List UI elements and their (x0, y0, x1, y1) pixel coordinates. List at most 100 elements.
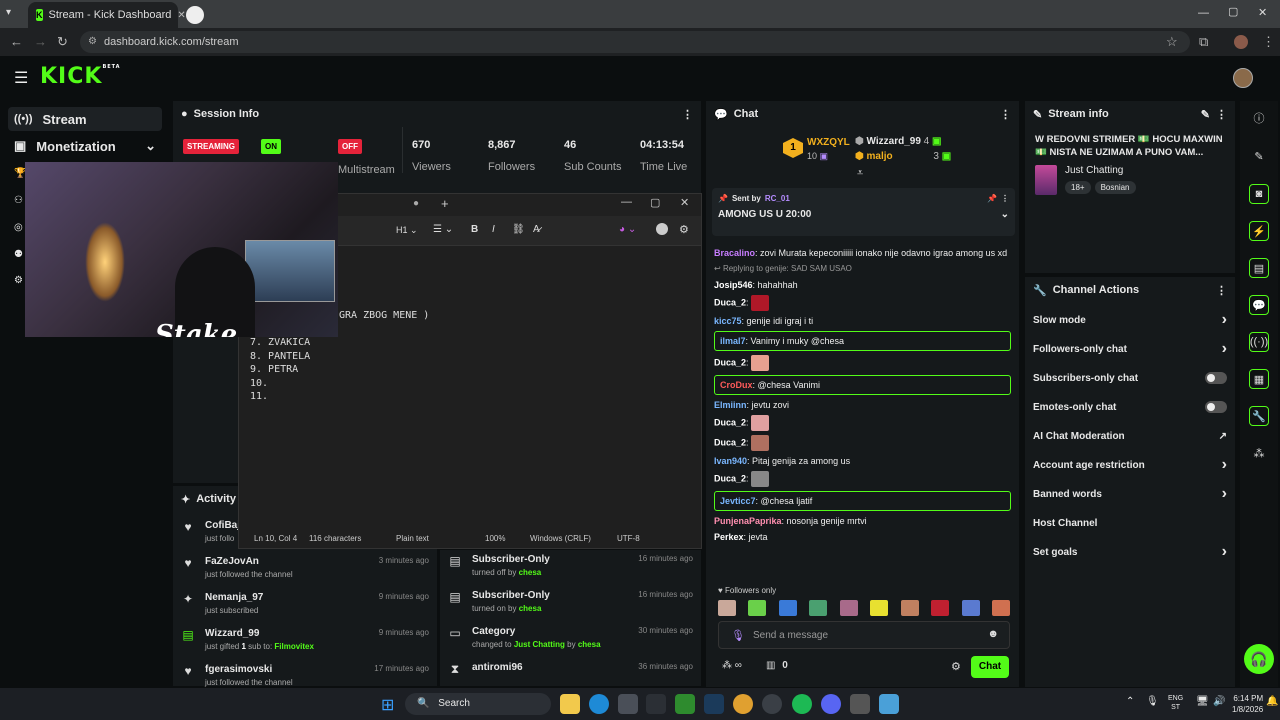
desc-category[interactable]: Just Chatting (514, 640, 565, 649)
notepad-app-icon[interactable] (879, 694, 899, 714)
kick-logo[interactable]: KICKBETA (40, 64, 121, 89)
file-explorer-icon[interactable] (560, 694, 580, 714)
maximize-window-icon[interactable]: ▢ (1228, 5, 1238, 18)
quick-emote[interactable] (870, 600, 889, 616)
close-icon[interactable]: ✕ (680, 196, 689, 209)
chat-username[interactable]: Duca_2 (714, 357, 746, 367)
tools-icon[interactable]: 🔧 (1249, 406, 1269, 426)
mic-tray-icon[interactable]: 🎙 (1146, 696, 1159, 707)
chat-username[interactable]: kicc75 (714, 316, 742, 326)
tab-list-icon[interactable]: ▾ (6, 7, 11, 18)
channel-action-followers-only-chat[interactable]: Followers-only chat › (1025, 337, 1235, 361)
chevron-right-icon[interactable]: › (1222, 456, 1227, 474)
italic-icon[interactable]: I (492, 224, 495, 235)
channel-action-banned-words[interactable]: Banned words › (1025, 482, 1235, 506)
sidebar-item-monetization[interactable]: ▣ Monetization ⌄ (8, 134, 162, 158)
edge-icon[interactable] (589, 694, 609, 714)
desc-user[interactable]: chesa (519, 604, 542, 613)
edit-icon[interactable]: ✎ (1201, 108, 1210, 121)
quick-emote[interactable] (778, 600, 797, 616)
taskbar-search[interactable]: 🔍 Search (405, 693, 551, 715)
top-gifter-name[interactable]: WXZQYL (807, 137, 850, 148)
account-icon[interactable] (656, 223, 668, 235)
category-name[interactable]: Just Chatting (1065, 165, 1136, 176)
gifter-2[interactable]: ⬢ Wizzard_99 4 ▣ (855, 136, 941, 147)
pen-app-icon[interactable] (646, 694, 666, 714)
community-icon[interactable]: ⚇ (14, 195, 23, 206)
clock[interactable]: 6:14 PM 1/8/2026 (1232, 693, 1263, 715)
close-window-icon[interactable]: ✕ (1258, 6, 1267, 19)
flash-icon[interactable]: ⚡ (1249, 221, 1269, 241)
points-indicator[interactable]: ⁂ ∞ (722, 660, 742, 671)
kebab-menu-icon[interactable]: ⋮ (682, 108, 693, 121)
activity-user[interactable]: Wizzard_99 (205, 628, 314, 639)
settings-gear-icon[interactable]: ⚙ (14, 275, 23, 286)
chat-username[interactable]: Perkex (714, 532, 744, 542)
channel-action-slow-mode[interactable]: Slow mode › (1025, 308, 1235, 332)
notification-bell-icon[interactable]: 🔔 (1266, 696, 1278, 707)
desc-user[interactable]: Filmovitex (274, 642, 314, 651)
chat-username[interactable]: Ivan940 (714, 456, 747, 466)
moderation-icon[interactable]: ◎ (14, 222, 23, 233)
users-icon[interactable]: ⚉ (14, 249, 23, 260)
support-headset-icon[interactable]: 🎧 (1244, 644, 1274, 674)
info-icon[interactable]: ⓘ (1249, 108, 1269, 128)
spotify-icon[interactable] (792, 694, 812, 714)
heading-dropdown[interactable]: H1 ⌄ (396, 225, 418, 236)
store-icon[interactable] (618, 694, 638, 714)
drops-indicator[interactable]: ▥ 0 (766, 660, 788, 671)
sidebar-item-stream[interactable]: ((•)) Stream (8, 107, 162, 131)
desc-user[interactable]: chesa (519, 568, 542, 577)
site-info-icon[interactable]: ⚙ (88, 36, 97, 47)
menu-hamburger-icon[interactable]: ☰ (14, 68, 28, 88)
kebab-menu-icon[interactable]: ⋮ (1216, 284, 1227, 297)
emoji-icon[interactable]: ☻ (987, 628, 999, 640)
network-icon[interactable]: 🖥 (1196, 696, 1209, 707)
activity-user[interactable]: FaZeJovAn (205, 556, 293, 567)
chat-username[interactable]: Duca_2 (714, 417, 746, 427)
copilot-icon[interactable]: ◕ ⌄ (619, 224, 636, 235)
tray-chevron-icon[interactable]: ⌃ (1126, 696, 1134, 707)
windows-start-icon[interactable]: ⊞ (381, 695, 394, 715)
external-link-icon[interactable]: ↗ (1219, 431, 1227, 442)
chat-username[interactable]: Bracalino (714, 248, 755, 258)
chevron-down-icon[interactable]: ⌄ (1001, 209, 1009, 220)
channel-action-subscribers-only-chat[interactable]: Subscribers-only chat (1025, 366, 1235, 390)
close-tab-icon[interactable]: ✕ (177, 10, 185, 21)
discord-icon[interactable] (821, 694, 841, 714)
chat-username[interactable]: Elmiinn (714, 400, 747, 410)
toggle-switch[interactable] (1205, 401, 1227, 413)
url-field[interactable]: dashboard.kick.com/stream (80, 31, 1190, 53)
forward-icon[interactable]: → (34, 34, 47, 49)
extensions-icon[interactable]: ⧉ (1199, 34, 1208, 50)
desc-user[interactable]: chesa (578, 640, 601, 649)
chevron-right-icon[interactable]: › (1222, 311, 1227, 329)
chevron-right-icon[interactable]: › (1222, 485, 1227, 503)
list-icon[interactable]: ☰ ⌄ (433, 224, 453, 235)
camera-icon[interactable]: ◙ (1249, 184, 1269, 204)
notes-icon[interactable]: ▤ (1249, 258, 1269, 278)
bold-icon[interactable]: B (471, 224, 478, 235)
more-tools-icon[interactable]: ⁂ (1249, 443, 1269, 463)
minimize-window-icon[interactable]: — (1198, 7, 1209, 19)
minimize-icon[interactable]: — (621, 196, 632, 208)
quick-emote[interactable] (991, 600, 1010, 616)
category-thumbnail[interactable] (1035, 165, 1057, 195)
snipping-tool-icon[interactable] (850, 694, 870, 714)
kebab-menu-icon[interactable]: ⋮ (1216, 108, 1227, 121)
chat-username[interactable]: Duca_2 (714, 473, 746, 483)
activity-user[interactable]: Nemanja_97 (205, 592, 263, 603)
chat-rail-icon[interactable]: 💬 (1249, 295, 1269, 315)
microphone-icon[interactable]: 🎙 (731, 629, 745, 642)
channel-action-ai-chat-moderation[interactable]: AI Chat Moderation ↗ (1025, 424, 1235, 448)
chat-username[interactable]: Jevticc7 (720, 496, 756, 506)
unpin-icon[interactable]: 📌 (987, 194, 997, 203)
kebab-menu-icon[interactable]: ⋮ (1000, 108, 1011, 121)
chrome-icon[interactable] (733, 694, 753, 714)
quick-emote[interactable] (961, 600, 980, 616)
chat-username[interactable]: PunjenaPaprika (714, 516, 782, 526)
chat-input[interactable]: 🎙 Send a message ☻ (718, 621, 1010, 649)
quick-emote[interactable] (931, 600, 950, 616)
pencil-icon[interactable]: ✎ (1249, 146, 1269, 166)
user-avatar[interactable] (1233, 68, 1253, 88)
